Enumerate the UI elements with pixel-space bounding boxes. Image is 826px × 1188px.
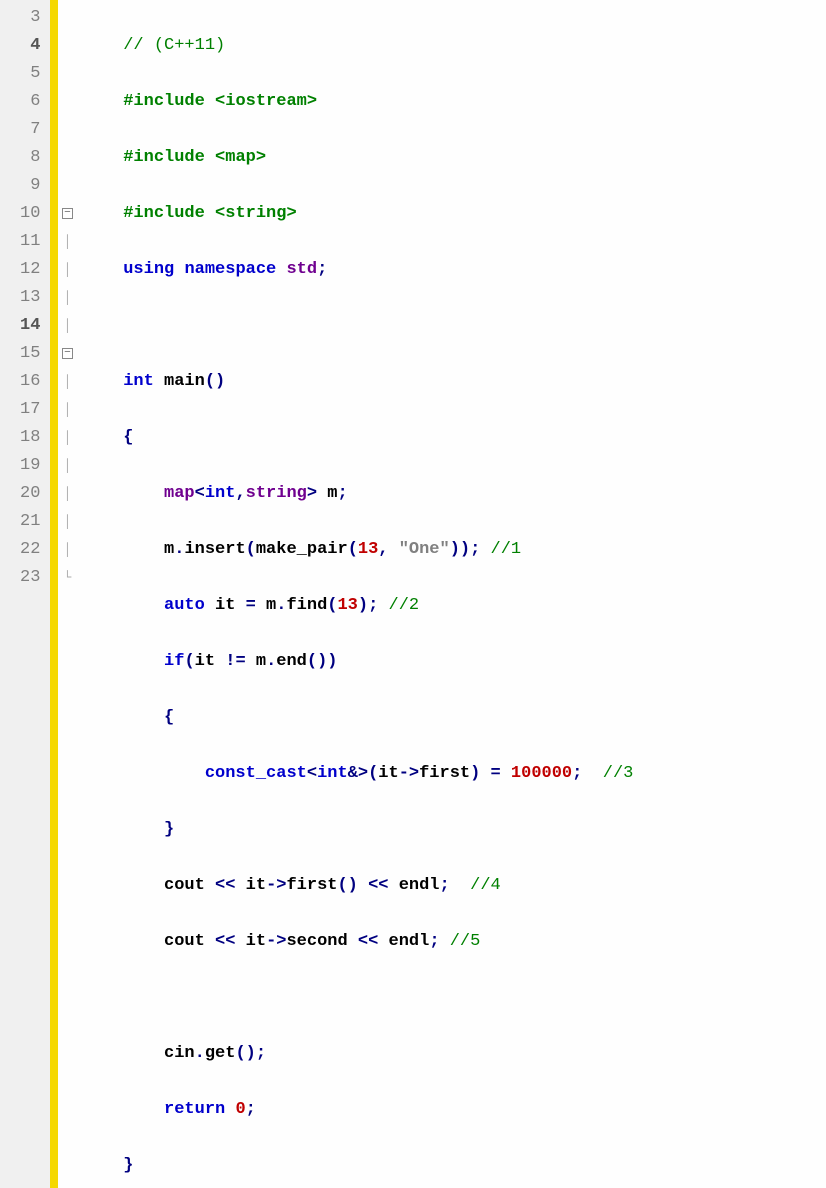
line-number: 11 [20,228,40,256]
code-line: int main() [82,368,633,396]
code-editor[interactable]: // (C++11) #include <iostream> #include … [76,0,633,1188]
code-line: using namespace std; [82,256,633,284]
code-line: #include <string> [82,200,633,228]
line-number: 7 [20,116,40,144]
line-number: 4 [20,32,40,60]
line-number: 9 [20,172,40,200]
code-line [82,312,633,340]
line-number: 21 [20,508,40,536]
line-number: 20 [20,480,40,508]
code-line: cout << it->first() << endl; //4 [82,872,633,900]
line-number: 19 [20,452,40,480]
code-line: auto it = m.find(13); //2 [82,592,633,620]
fold-column: − │ │ │ │ − │ │ │ │ │ │ │ └ [58,0,76,1188]
code-line: { [82,424,633,452]
line-number: 16 [20,368,40,396]
line-number: 15 [20,340,40,368]
line-number: 13 [20,284,40,312]
code-line: // (C++11) [82,32,633,60]
code-line: #include <iostream> [82,88,633,116]
fold-toggle[interactable]: − [58,340,76,368]
line-number-gutter: 3 4 5 6 7 8 9 10 11 12 13 14 15 16 17 18… [0,0,50,1188]
code-line [82,984,633,1012]
code-line: return 0; [82,1096,633,1124]
line-number: 22 [20,536,40,564]
code-line: } [82,816,633,844]
code-line: } [82,1152,633,1180]
line-number: 6 [20,88,40,116]
line-number: 8 [20,144,40,172]
line-number: 5 [20,60,40,88]
code-line: if(it != m.end()) [82,648,633,676]
line-number: 17 [20,396,40,424]
code-line: map<int,string> m; [82,480,633,508]
line-number: 23 [20,564,40,592]
fold-toggle[interactable]: − [58,200,76,228]
line-number: 18 [20,424,40,452]
line-number: 12 [20,256,40,284]
code-line: #include <map> [82,144,633,172]
change-marker-bar [50,0,58,1188]
line-number: 3 [20,4,40,32]
code-line: { [82,704,633,732]
line-number: 14 [20,312,40,340]
code-line: m.insert(make_pair(13, "One")); //1 [82,536,633,564]
code-line: cin.get(); [82,1040,633,1068]
code-line: const_cast<int&>(it->first) = 100000; //… [82,760,633,788]
line-number: 10 [20,200,40,228]
code-line: cout << it->second << endl; //5 [82,928,633,956]
